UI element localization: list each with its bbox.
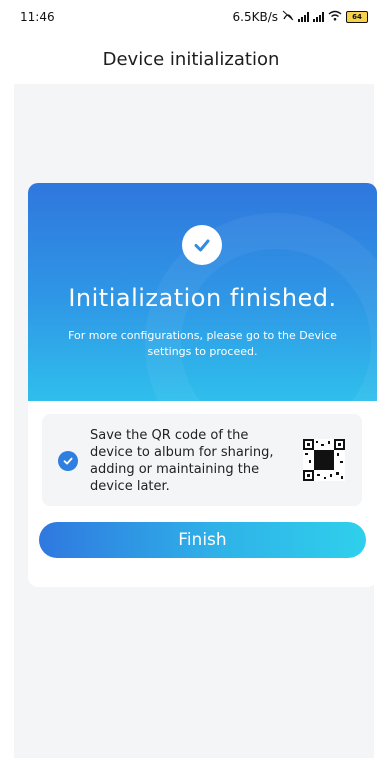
- finish-button[interactable]: Finish: [39, 522, 366, 558]
- battery-icon: 64: [346, 11, 368, 23]
- hero-banner: Initialization finished. For more config…: [28, 183, 377, 401]
- network-speed: 6.5KB/s: [232, 10, 278, 24]
- completion-card: Initialization finished. For more config…: [28, 183, 377, 587]
- status-bar: 11:46 6.5KB/s 64: [0, 0, 382, 34]
- nfc-icon: [282, 10, 294, 24]
- save-qr-option[interactable]: Save the QR code of the device to album …: [42, 414, 362, 506]
- checkbox-checked-icon[interactable]: [58, 451, 78, 471]
- signal-icon: [313, 12, 324, 22]
- app-header: Device initialization: [0, 34, 382, 84]
- hero-title: Initialization finished.: [68, 284, 337, 312]
- check-circle-icon: [182, 225, 222, 265]
- qr-code-icon: [303, 439, 345, 481]
- status-time: 11:46: [20, 10, 55, 24]
- page-title: Device initialization: [102, 48, 280, 70]
- status-icons: 6.5KB/s 64: [233, 10, 368, 24]
- signal-icon: [298, 12, 309, 22]
- wifi-icon: [328, 10, 342, 24]
- save-qr-text: Save the QR code of the device to album …: [90, 428, 274, 494]
- hero-description: For more configurations, please go to th…: [68, 329, 337, 358]
